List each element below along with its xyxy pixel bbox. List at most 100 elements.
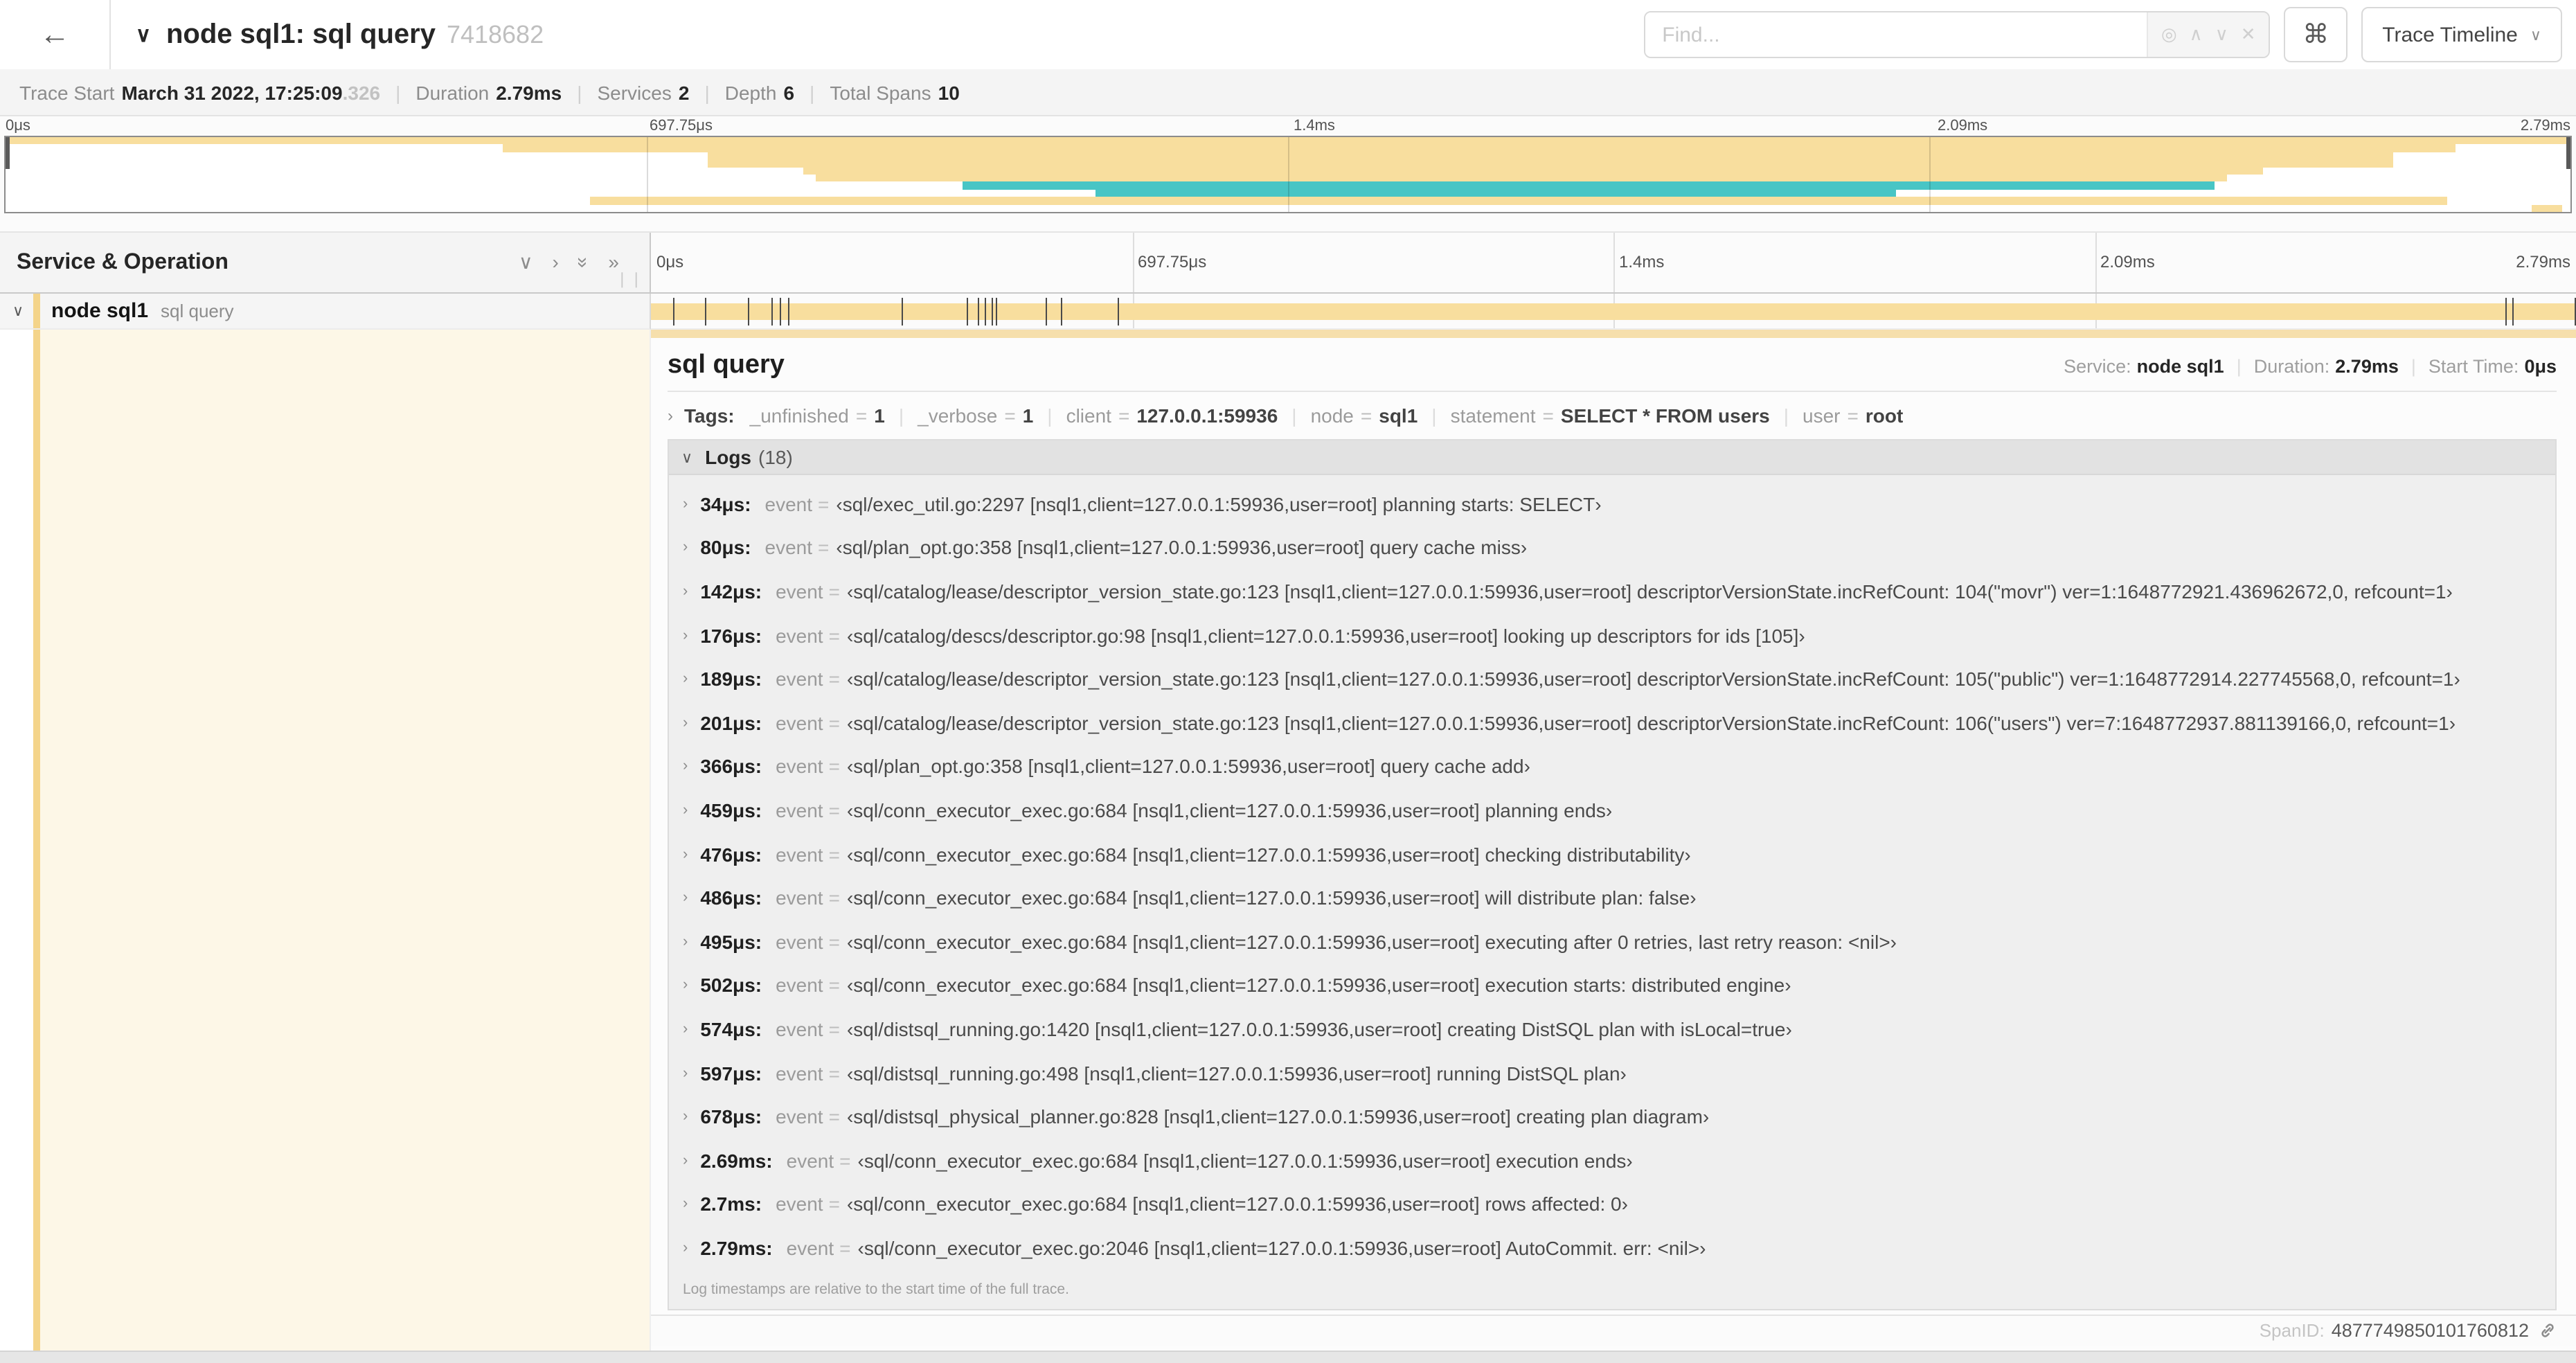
log-marker (978, 298, 980, 326)
chevron-right-icon[interactable]: › (683, 1064, 688, 1081)
log-timestamp: 574μs: (700, 1017, 762, 1040)
log-row[interactable]: › 459μs: event = ‹sql/conn_executor_exec.go:… (669, 788, 2555, 832)
chevron-right-icon[interactable]: › (683, 715, 688, 731)
log-equals: = (828, 1193, 840, 1215)
tag-key: client (1066, 404, 1111, 427)
next-result-icon[interactable]: ∨ (2215, 24, 2228, 46)
trace-page: ← ∨ node sql1: sql query 7418682 ◎ ∧ ∨ ✕… (0, 0, 2576, 1363)
locate-icon[interactable]: ◎ (2161, 24, 2177, 46)
span-row[interactable]: ∨ node sql1 sql query (0, 294, 2576, 330)
collapse-one-icon[interactable]: ∨ (519, 251, 533, 274)
chevron-down-icon[interactable]: ∨ (681, 448, 692, 466)
logs-header[interactable]: ∨ Logs (18) (669, 440, 2555, 475)
log-key: event (776, 930, 823, 953)
tags-accordion[interactable]: › Tags: _unfinished = 1 | _verbose = 1 | client =… (651, 392, 2576, 438)
log-row[interactable]: › 80μs: event = ‹sql/plan_opt.go:358 [nsql1,… (669, 526, 2555, 569)
log-value: ‹sql/conn_executor_exec.go:684 [nsql1,cl… (846, 930, 1897, 953)
log-value: ‹sql/conn_executor_exec.go:684 [nsql1,cl… (846, 887, 1697, 909)
command-icon: ⌘ (2302, 20, 2329, 49)
expand-one-icon[interactable]: › (552, 251, 558, 274)
log-row[interactable]: › 34μs: event = ‹sql/exec_util.go:2297 [nsql… (669, 482, 2555, 526)
log-row[interactable]: › 142μs: event = ‹sql/catalog/lease/descript… (669, 569, 2555, 613)
clear-search-icon[interactable]: ✕ (2241, 24, 2256, 46)
minimap-scrubber-left[interactable] (6, 137, 10, 169)
span-duration-bar[interactable] (651, 303, 2576, 320)
span-timeline-cell[interactable] (651, 294, 2576, 330)
collapse-all-icon[interactable]: » (572, 257, 596, 268)
find-group: ◎ ∧ ∨ ✕ (1644, 11, 2271, 58)
link-icon[interactable] (2539, 1321, 2557, 1339)
log-row[interactable]: › 486μs: event = ‹sql/conn_executor_exec.go:… (669, 876, 2555, 920)
log-marker (1117, 298, 1119, 326)
minimap-gridline (1288, 137, 1289, 212)
log-row[interactable]: › 597μs: event = ‹sql/distsql_running.go:498… (669, 1051, 2555, 1094)
log-timestamp: 486μs: (700, 887, 762, 909)
chevron-right-icon[interactable]: › (683, 977, 688, 994)
minimap-canvas[interactable] (4, 136, 2572, 213)
log-marker (1045, 298, 1047, 326)
log-row[interactable]: › 502μs: event = ‹sql/conn_executor_exec.go:… (669, 963, 2555, 1007)
chevron-right-icon[interactable]: › (683, 1021, 688, 1037)
log-row[interactable]: › 366μs: event = ‹sql/plan_opt.go:358 [nsql1… (669, 745, 2555, 788)
log-marker (780, 298, 782, 326)
chevron-right-icon[interactable]: › (683, 627, 688, 643)
log-equals: = (828, 799, 840, 821)
chevron-right-icon[interactable]: › (668, 406, 673, 425)
chevron-right-icon[interactable]: › (683, 583, 688, 600)
trace-info-value: 6 (783, 81, 795, 103)
log-row[interactable]: › 2.69ms: event = ‹sql/conn_executor_exec.go… (669, 1139, 2555, 1182)
log-row[interactable]: › 476μs: event = ‹sql/conn_executor_exec.go:… (669, 832, 2555, 876)
chevron-right-icon[interactable]: › (683, 889, 688, 906)
minimap-span-bar (803, 167, 2263, 175)
overview-value: 0μs (2524, 355, 2557, 376)
logs-accordion: ∨ Logs (18) › 34μs: event = ‹sql/exec_util.g… (668, 439, 2557, 1310)
chevron-right-icon[interactable]: › (683, 846, 688, 862)
log-row[interactable]: › 201μs: event = ‹sql/catalog/lease/descript… (669, 701, 2555, 745)
span-list-header-title: Service & Operation (17, 250, 229, 274)
keyboard-shortcuts-button[interactable]: ⌘ (2284, 7, 2348, 62)
timeline-grid-header: Service & Operation ∨ › » » ❘❘ 0μs 697.75… (0, 231, 2576, 294)
chevron-right-icon[interactable]: › (683, 496, 688, 513)
chevron-right-icon[interactable]: › (683, 933, 688, 950)
chevron-right-icon[interactable]: › (683, 670, 688, 687)
span-name-cell[interactable]: ∨ node sql1 sql query (0, 294, 651, 330)
collapse-trace-icon[interactable]: ∨ (136, 22, 151, 47)
chevron-right-icon[interactable]: › (683, 802, 688, 819)
minimap-scrubber-right[interactable] (2566, 137, 2570, 169)
log-value: ‹sql/catalog/lease/descriptor_version_st… (846, 668, 2460, 691)
log-row[interactable]: › 189μs: event = ‹sql/catalog/lease/descript… (669, 657, 2555, 701)
back-button[interactable]: ← (0, 0, 111, 69)
span-chevron-icon[interactable]: ∨ (12, 302, 24, 320)
log-value: ‹sql/conn_executor_exec.go:684 [nsql1,cl… (846, 799, 1613, 821)
column-resizer[interactable]: ❘❘ (616, 270, 644, 288)
spanid-row: SpanID: 4877749850101760812 (651, 1314, 2576, 1346)
minimap-tick-label: 1.4ms (1294, 118, 1335, 134)
find-suffix: ◎ ∧ ∨ ✕ (2147, 12, 2269, 57)
log-row[interactable]: › 495μs: event = ‹sql/conn_executor_exec.go:… (669, 920, 2555, 963)
view-selector-button[interactable]: Trace Timeline ∨ (2361, 7, 2562, 62)
log-row[interactable]: › 176μs: event = ‹sql/catalog/descs/descript… (669, 614, 2555, 657)
log-marker (747, 298, 749, 326)
log-row[interactable]: › 2.79ms: event = ‹sql/conn_executor_exec.go… (669, 1226, 2555, 1270)
prev-result-icon[interactable]: ∧ (2190, 24, 2203, 46)
log-row[interactable]: › 2.7ms: event = ‹sql/conn_executor_exec.go:… (669, 1182, 2555, 1226)
chevron-right-icon[interactable]: › (683, 540, 688, 556)
tag-item: client = 127.0.0.1:59936 (1066, 404, 1278, 427)
chevron-right-icon[interactable]: › (683, 1196, 688, 1213)
log-row[interactable]: › 678μs: event = ‹sql/distsql_physical_plann… (669, 1095, 2555, 1139)
overview-label: Start Time: (2428, 355, 2519, 376)
ruler-tick-label: 2.09ms (2100, 252, 2155, 271)
log-equals: = (828, 930, 840, 953)
minimap-gridline (1929, 137, 1931, 212)
trace-info-value: 2 (678, 81, 690, 103)
logs-footer: Log timestamps are relative to the start… (683, 1281, 1069, 1298)
chevron-right-icon[interactable]: › (683, 1108, 688, 1125)
logs-count: (18) (758, 446, 793, 468)
chevron-right-icon[interactable]: › (683, 1240, 688, 1256)
chevron-right-icon[interactable]: › (683, 1152, 688, 1168)
ruler-tick-label: 697.75μs (1138, 252, 1207, 271)
log-row[interactable]: › 574μs: event = ‹sql/distsql_running.go:142… (669, 1007, 2555, 1051)
find-input[interactable] (1645, 12, 2147, 57)
chevron-right-icon[interactable]: › (683, 758, 688, 775)
log-equals: = (828, 580, 840, 603)
